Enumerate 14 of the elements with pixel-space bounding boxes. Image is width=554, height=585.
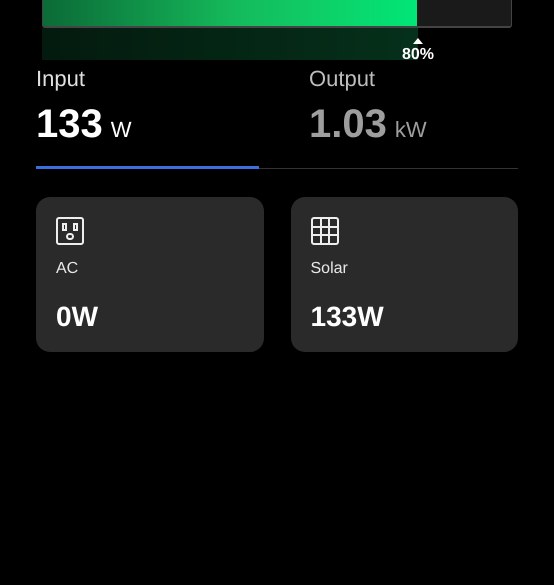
source-card[interactable]: Solar 133W <box>290 197 518 352</box>
source-label: AC <box>56 259 78 279</box>
pointer-icon <box>413 38 423 44</box>
outlet-icon <box>56 217 84 245</box>
source-label: Solar <box>310 259 348 279</box>
battery-percentage: 80% <box>402 47 434 63</box>
source-value: 0W <box>56 303 98 331</box>
source-value: 133W <box>310 303 384 331</box>
tab-label: Input <box>36 68 86 90</box>
tab[interactable]: Output 1.03 kW <box>277 68 518 168</box>
solar-panel-icon <box>310 217 338 245</box>
tab-label: Output <box>309 68 376 90</box>
tab[interactable]: Input 133 W <box>36 68 259 169</box>
source-card[interactable]: AC 0W <box>36 197 264 352</box>
